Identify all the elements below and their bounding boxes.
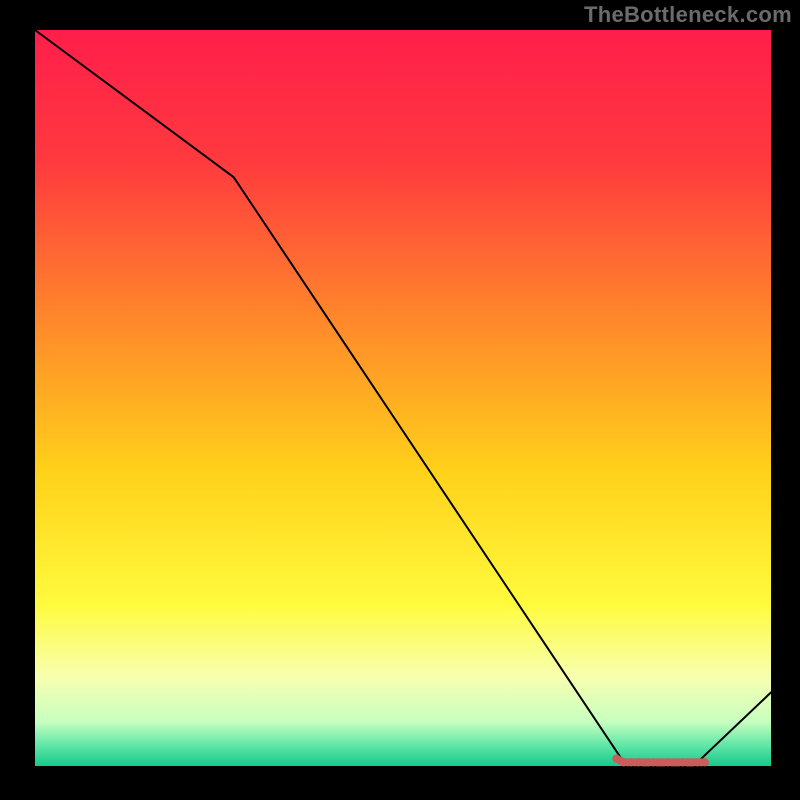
marker-dot [693, 758, 701, 766]
plot-area [35, 30, 771, 767]
marker-dot [612, 754, 620, 762]
marker-dot [620, 758, 628, 766]
marker-dot [634, 758, 642, 766]
marker-dot [627, 758, 635, 766]
marker-dot [701, 758, 709, 766]
marker-dot [649, 758, 657, 766]
chart-stage: TheBottleneck.com [0, 0, 800, 800]
chart-svg [0, 0, 800, 800]
plot-background [35, 30, 771, 766]
marker-dot [678, 758, 686, 766]
marker-dot [664, 758, 672, 766]
